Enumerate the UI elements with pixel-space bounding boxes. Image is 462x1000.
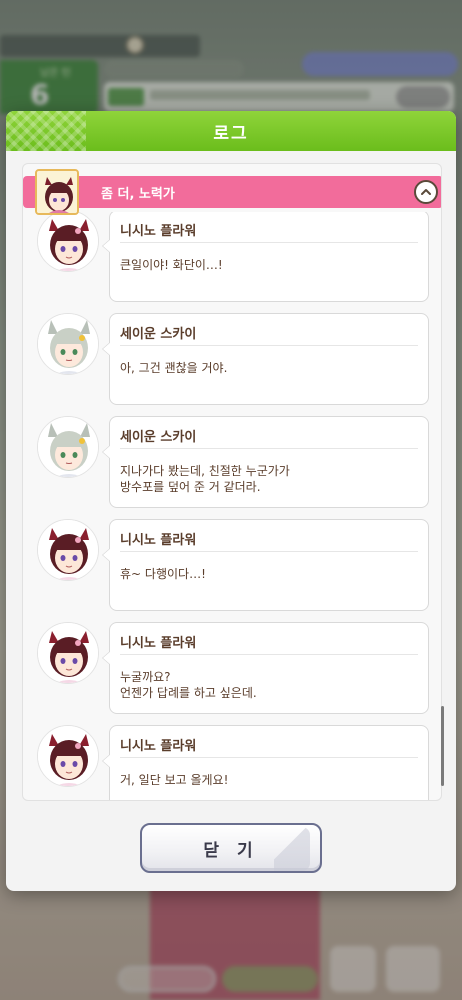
- seiun-sky-avatar: [37, 416, 99, 478]
- speaker-name: 니시노 플라워: [120, 636, 197, 651]
- nishino-flower-avatar: [37, 212, 99, 272]
- log-scrollbar-thumb[interactable]: [441, 706, 444, 786]
- dialog-header: 로그: [6, 111, 456, 151]
- divider: [120, 551, 418, 552]
- nishino-flower-avatar: [37, 725, 99, 787]
- log-entry: 세이운 스카이아, 그건 괜찮을 거야.: [23, 313, 441, 416]
- log-entry: 니시노 플라워거, 일단 보고 올게요!: [23, 725, 441, 800]
- chevron-up-icon: [421, 189, 431, 195]
- dialogue-text: 누굴까요? 언젠가 답례를 하고 싶은데.: [120, 670, 257, 700]
- nishino-flower-avatar: [37, 622, 99, 684]
- divider: [120, 242, 418, 243]
- dialogue-text: 거, 일단 보고 올게요!: [120, 773, 229, 787]
- close-button[interactable]: 닫 기: [140, 823, 322, 873]
- divider: [120, 448, 418, 449]
- divider: [120, 345, 418, 346]
- speaker-name: 니시노 플라워: [120, 533, 197, 548]
- dialogue-bubble: 세이운 스카이지나가다 봤는데, 친절한 누군가가 방수포를 덮어 준 거 같더…: [102, 416, 429, 508]
- close-button-label: 닫 기: [203, 840, 259, 861]
- log-entries-list[interactable]: 니시노 플라워 큰일이야! 화단이…! 세이운 스카이 아, 그건 괜찮을 거야. 세이…: [23, 212, 441, 800]
- dialog-title: 로그: [213, 123, 249, 144]
- speaker-name: 니시노 플라워: [120, 739, 197, 754]
- log-entry: 니시노 플라워누굴까요? 언젠가 답례를 하고 싶은데.: [23, 622, 441, 725]
- dialogue-bubble: 니시노 플라워큰일이야! 화단이…!: [102, 212, 429, 302]
- dialogue-text: 큰일이야! 화단이…!: [120, 258, 223, 272]
- dialogue-bubble: 니시노 플라워누굴까요? 언젠가 답례를 하고 싶은데.: [102, 622, 429, 714]
- chapter-character-icon: [35, 169, 79, 215]
- nishino-flower-avatar: [37, 519, 99, 581]
- log-entry: 니시노 플라워큰일이야! 화단이…!: [23, 212, 441, 313]
- collapse-button[interactable]: [414, 180, 438, 204]
- dialogue-text: 아, 그건 괜찮을 거야.: [120, 361, 228, 375]
- log-entry: 니시노 플라워휴~ 다행이다…!: [23, 519, 441, 622]
- log-panel[interactable]: 좀 더, 노력가 니시노 플라워 큰일이야! 화단이…! 세이운 스카이 아, …: [22, 163, 442, 801]
- speaker-name: 니시노 플라워: [120, 224, 197, 239]
- seiun-sky-avatar: [37, 313, 99, 375]
- dialogue-bubble: 세이운 스카이아, 그건 괜찮을 거야.: [102, 313, 429, 405]
- dialogue-text: 지나가다 봤는데, 친절한 누군가가 방수포를 덮어 준 거 같더라.: [120, 464, 290, 494]
- divider: [120, 654, 418, 655]
- log-dialog: 로그 좀 더, 노력가 니시노 플라워 큰일이야! 화단이…! 세이운 스카이 …: [6, 111, 456, 891]
- chapter-title: 좀 더, 노력가: [101, 187, 175, 202]
- dialogue-bubble: 니시노 플라워휴~ 다행이다…!: [102, 519, 429, 611]
- divider: [120, 757, 418, 758]
- dialogue-text: 휴~ 다행이다…!: [120, 567, 206, 581]
- speaker-name: 세이운 스카이: [120, 327, 197, 342]
- log-entry: 세이운 스카이지나가다 봤는데, 친절한 누군가가 방수포를 덮어 준 거 같더…: [23, 416, 441, 519]
- speaker-name: 세이운 스카이: [120, 430, 197, 445]
- dialogue-bubble: 니시노 플라워거, 일단 보고 올게요!: [102, 725, 429, 800]
- chapter-bar[interactable]: 좀 더, 노력가: [23, 176, 441, 208]
